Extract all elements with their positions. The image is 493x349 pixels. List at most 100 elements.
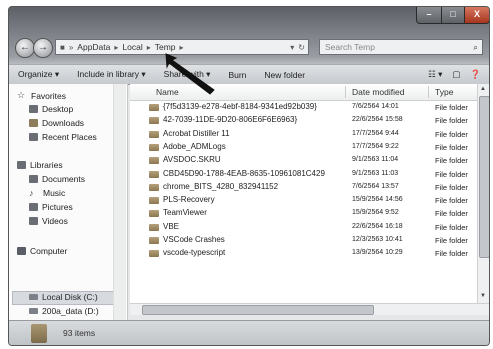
folder-icon [149, 183, 159, 191]
sidebar-item-computer[interactable]: Computer [17, 246, 67, 256]
vertical-scrollbar[interactable]: ▲ ▼ [477, 84, 489, 303]
file-name: vscode-typescript [163, 248, 226, 258]
recent-places-icon [29, 133, 38, 141]
sidebar-item-favorites[interactable]: ☆ Favorites [17, 90, 66, 101]
chevron-down-icon[interactable]: ▾ [290, 43, 294, 52]
desktop-icon [29, 105, 38, 113]
forward-button[interactable]: → [33, 38, 53, 58]
sidebar-item-local-disk[interactable]: Local Disk (C:) [29, 292, 98, 302]
file-date-modified: 22/6/2564 16:18 [352, 222, 403, 230]
file-name: PLS-Recovery [163, 195, 215, 205]
sidebar-item-recent-places[interactable]: Recent Places [29, 132, 97, 142]
horizontal-scrollbar[interactable] [130, 303, 489, 315]
folder-icon [149, 104, 159, 111]
maximize-button[interactable]: □ [441, 7, 465, 24]
folder-icon [149, 210, 159, 218]
star-icon: ☆ [17, 90, 26, 100]
file-name: 42-7039-11DE-9D20-806E6F6E6963} [163, 115, 298, 125]
sidebar-item-videos[interactable]: Videos [29, 216, 68, 226]
scroll-down-icon[interactable]: ▼ [480, 293, 486, 299]
sidebar-item-pictures[interactable]: Pictures [29, 202, 73, 212]
file-list: Name Date modified Type {7f5d3139-e278-4… [130, 84, 489, 303]
drive-icon [29, 308, 38, 314]
refresh-icon[interactable]: ↻ [298, 43, 308, 52]
file-date-modified: 15/9/2564 9:52 [352, 209, 399, 217]
breadcrumb-local[interactable]: Local [122, 42, 142, 52]
column-date-modified[interactable]: Date modified [352, 87, 404, 97]
chevron-right-icon: ▸ [179, 42, 184, 52]
file-row[interactable]: vscode-typescript 13/9/2564 10:29 File fol… [130, 247, 476, 260]
burn-button[interactable]: Burn [219, 70, 255, 80]
sidebar-item-music[interactable]: ♪ Music [29, 188, 65, 198]
arrow-pointer-icon [165, 53, 215, 95]
file-type: File folder [435, 156, 468, 166]
documents-icon [29, 175, 38, 183]
close-button[interactable]: X [464, 7, 489, 24]
file-name: chrome_BITS_4280_832941152 [163, 181, 279, 191]
scroll-thumb[interactable] [479, 96, 489, 258]
minimize-button[interactable]: – [416, 7, 442, 24]
file-date-modified: 15/9/2564 14:56 [352, 196, 403, 204]
file-row[interactable]: VBE 22/6/2564 16:18 File folder [130, 221, 476, 234]
sidebar-item-label: Desktop [42, 104, 74, 114]
file-name: {7f5d3139-e278-4ebf-8184-9341ed92b039} [163, 102, 317, 111]
preview-pane-icon[interactable]: ▢ [452, 69, 460, 80]
drive-icon [29, 294, 38, 300]
file-row[interactable]: Adobe_ADMLogs 17/7/2564 9:22 File folder [130, 141, 476, 154]
new-folder-button[interactable]: New folder [255, 70, 314, 80]
sidebar-item-label: Documents [42, 174, 85, 184]
command-toolbar: Organize ▾ Include in library ▾ Share wi… [9, 64, 489, 85]
column-type[interactable]: Type [435, 87, 453, 97]
scroll-up-icon[interactable]: ▲ [480, 86, 486, 92]
music-note-icon: ♪ [29, 188, 34, 198]
organize-button[interactable]: Organize ▾ [9, 69, 68, 80]
breadcrumb-temp[interactable]: Temp [155, 42, 176, 52]
sidebar-scrollbar[interactable] [113, 84, 126, 320]
sidebar-item-downloads[interactable]: Downloads [29, 118, 84, 128]
file-type: File folder [435, 182, 468, 192]
file-type: File folder [435, 222, 468, 232]
search-icon[interactable]: ⌕ [473, 40, 478, 54]
file-date-modified: 17/7/2564 9:22 [352, 142, 399, 150]
file-row[interactable]: PLS-Recovery 15/9/2564 14:56 File folder [130, 194, 476, 207]
include-in-library-button[interactable]: Include in library ▾ [68, 69, 155, 80]
chevron-right-icon: » [68, 42, 74, 52]
view-options-icon[interactable]: ☷ ▾ [428, 69, 442, 80]
sidebar-item-documents[interactable]: Documents [29, 174, 85, 184]
file-row[interactable]: chrome_BITS_4280_832941152 7/6/2564 13:57… [130, 181, 476, 194]
title-bar: – □ X [9, 7, 489, 31]
file-date-modified: 22/6/2564 15:58 [352, 116, 403, 124]
sidebar-item-label: Music [43, 188, 66, 198]
folder-icon [149, 117, 159, 125]
sidebar-item-data-disk[interactable]: 200a_data (D:) [29, 306, 99, 316]
file-row[interactable]: VSCode Crashes 12/3/2563 10:41 File folder [130, 234, 476, 247]
navigation-pane: ☆ Favorites Desktop Downloads Recent Pla… [9, 84, 128, 320]
file-date-modified: 7/6/2564 14:01 [352, 103, 399, 110]
explorer-window: – □ X ← → ■ » AppData ▸ Local ▸ Temp ▸ ▾… [8, 6, 490, 346]
breadcrumb-appdata[interactable]: AppData [77, 42, 110, 52]
file-row[interactable]: Acrobat Distiller 11 17/7/2564 9:44 File f… [130, 128, 476, 141]
file-row[interactable]: {7f5d3139-e278-4ebf-8184-9341ed92b039} 7/… [130, 101, 476, 114]
file-name: VBE [163, 221, 180, 231]
column-divider[interactable] [428, 86, 429, 98]
chevron-right-icon: ▸ [114, 42, 119, 52]
column-divider[interactable] [345, 86, 346, 98]
sidebar-item-label: Computer [30, 246, 68, 256]
file-type: File folder [435, 209, 468, 219]
computer-icon [17, 247, 26, 255]
file-type: File folder [435, 142, 468, 152]
scroll-thumb[interactable] [142, 305, 374, 315]
file-row[interactable]: 42-7039-11DE-9D20-806E6F6E6963} 22/6/2564… [130, 114, 476, 127]
search-input[interactable]: Search Temp ⌕ [319, 39, 483, 55]
sidebar-item-libraries[interactable]: Libraries [17, 160, 63, 170]
sidebar-item-desktop[interactable]: Desktop [29, 104, 73, 114]
file-row[interactable]: TeamViewer 15/9/2564 9:52 File folder [130, 207, 476, 220]
back-button[interactable]: ← [15, 38, 35, 58]
file-row[interactable]: CBD45D90-1788-4EAB-8635-10961081C429 9/1/… [130, 168, 476, 181]
sidebar-item-label: Local Disk (C:) [42, 292, 98, 302]
file-row[interactable]: AVSDOC.SKRU 9/1/2563 11:04 File folder [130, 154, 476, 167]
file-date-modified: 9/1/2563 11:04 [352, 156, 399, 164]
help-icon[interactable]: ❓ [470, 69, 481, 80]
chevron-right-icon: ▸ [146, 42, 151, 52]
sidebar-item-label: Recent Places [42, 132, 97, 142]
